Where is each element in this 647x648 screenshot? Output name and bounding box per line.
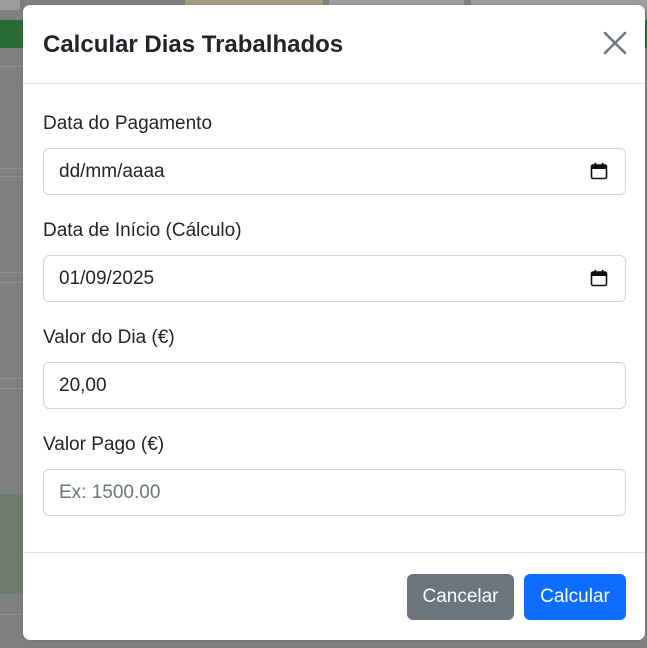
background-row-divider xyxy=(0,176,24,177)
background-row-divider xyxy=(0,66,24,67)
modal-header: Calcular Dias Trabalhados xyxy=(23,5,645,84)
modal-footer: Cancelar Calcular xyxy=(23,552,645,640)
day-value-value: 20,00 xyxy=(59,375,107,396)
background-row-divider xyxy=(0,378,24,379)
paid-value-input[interactable]: Ex: 1500.00 xyxy=(43,469,626,516)
calendar-icon[interactable] xyxy=(590,269,608,287)
payment-date-input[interactable]: dd/mm/aaaa xyxy=(43,148,626,195)
calendar-icon[interactable] xyxy=(590,162,608,180)
paid-value-label: Valor Pago (€) xyxy=(43,434,165,455)
background-block xyxy=(0,494,24,594)
start-date-value: 01/09/2025 xyxy=(59,268,155,289)
start-date-label: Data de Início (Cálculo) xyxy=(43,220,242,241)
payment-date-label: Data do Pagamento xyxy=(43,113,213,134)
day-value-label: Valor do Dia (€) xyxy=(43,327,175,348)
background-row-divider xyxy=(0,388,24,389)
close-icon xyxy=(603,31,627,55)
calculate-days-modal: Calcular Dias Trabalhados Data do Pagame… xyxy=(23,5,645,640)
background-row-divider xyxy=(0,614,24,615)
start-date-input[interactable]: 01/09/2025 xyxy=(43,255,626,302)
background-row-divider xyxy=(0,272,24,273)
close-button[interactable] xyxy=(602,30,628,56)
cancel-button[interactable]: Cancelar xyxy=(407,574,514,620)
payment-date-value: dd/mm/aaaa xyxy=(59,161,165,182)
background-row-divider xyxy=(0,282,24,283)
paid-value-placeholder: Ex: 1500.00 xyxy=(59,482,161,503)
background-row-divider xyxy=(0,168,24,169)
day-value-input[interactable]: 20,00 xyxy=(43,362,626,409)
background-cell xyxy=(0,0,20,10)
calculate-button[interactable]: Calcular xyxy=(524,574,626,620)
modal-title: Calcular Dias Trabalhados xyxy=(43,31,344,58)
modal-backdrop[interactable]: Calcular Dias Trabalhados Data do Pagame… xyxy=(0,0,647,648)
